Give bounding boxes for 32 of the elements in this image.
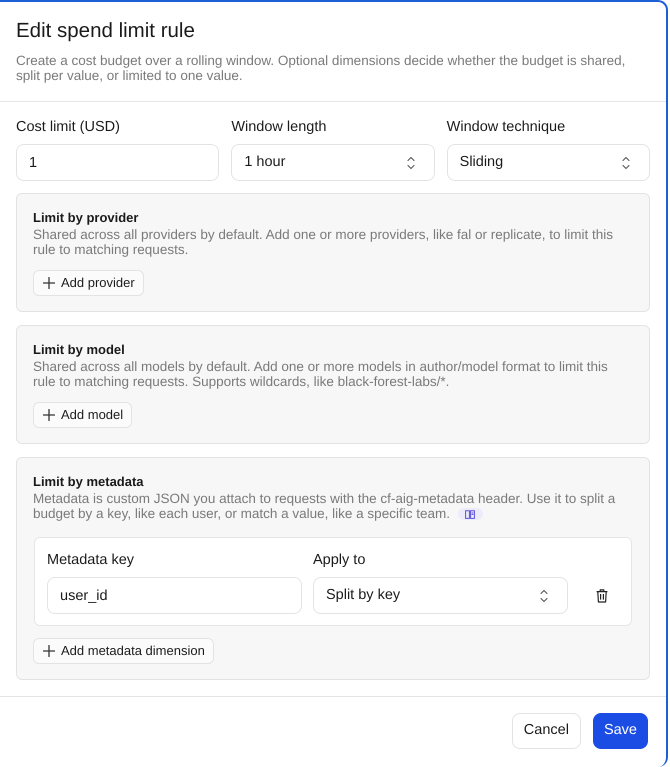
section-title: Limit by metadata — [33, 473, 145, 490]
select-field[interactable]: Sliding — [446, 144, 650, 181]
dialog-description: Create a cost budget over a rolling window. Optional dimensions decide whether the budget is shared, split per value, or limited to one value. — [16, 53, 626, 83]
trash-icon — [596, 588, 608, 602]
docs-link[interactable] — [458, 508, 483, 520]
select-field[interactable]: Split by key — [313, 577, 568, 614]
book-icon — [465, 510, 476, 519]
section-title: Limit by provider — [33, 209, 140, 226]
section-description: Shared across all providers by default. Add one or more providers, like fal or replicate, to limit this rule to matching requests. — [33, 227, 614, 257]
save-button[interactable]: Save — [592, 713, 648, 749]
chevron-up-down-icon — [622, 156, 630, 170]
input-field[interactable]: 1 — [16, 144, 220, 181]
column-label: Metadata key — [47, 551, 136, 569]
add-button[interactable]: Add provider — [33, 270, 144, 296]
dialog-title: Edit spend limit rule — [16, 18, 196, 44]
cancel-button[interactable]: Cancel — [512, 713, 581, 749]
plus-icon — [43, 409, 55, 421]
plus-icon — [43, 277, 55, 289]
plus-icon — [43, 645, 55, 657]
section-title: Limit by model — [33, 341, 126, 358]
field-label: Cost limit (USD) — [16, 118, 121, 136]
field-label: Window technique — [446, 118, 566, 136]
section-description: Shared across all models by default. Add one or more models in author/model format to limit this rule to matching requests. Supports wildcards, like black-forest-labs/*. — [33, 359, 609, 389]
chevron-up-down-icon — [406, 156, 415, 170]
field-label: Window length — [231, 118, 328, 136]
select-field[interactable]: 1 hour — [231, 144, 435, 181]
add-button[interactable]: Add model — [33, 402, 132, 428]
add-button[interactable]: Add metadata dimension — [33, 638, 214, 664]
input-field[interactable]: user_id — [47, 577, 302, 614]
section-description: Metadata is custom JSON you attach to requests with the cf-aig-metadata header. Use it to split a budget by a key, like each user, or match a value, like a specific team. — [33, 491, 616, 521]
column-label: Apply to — [313, 551, 366, 569]
chevron-up-down-icon — [540, 588, 548, 602]
